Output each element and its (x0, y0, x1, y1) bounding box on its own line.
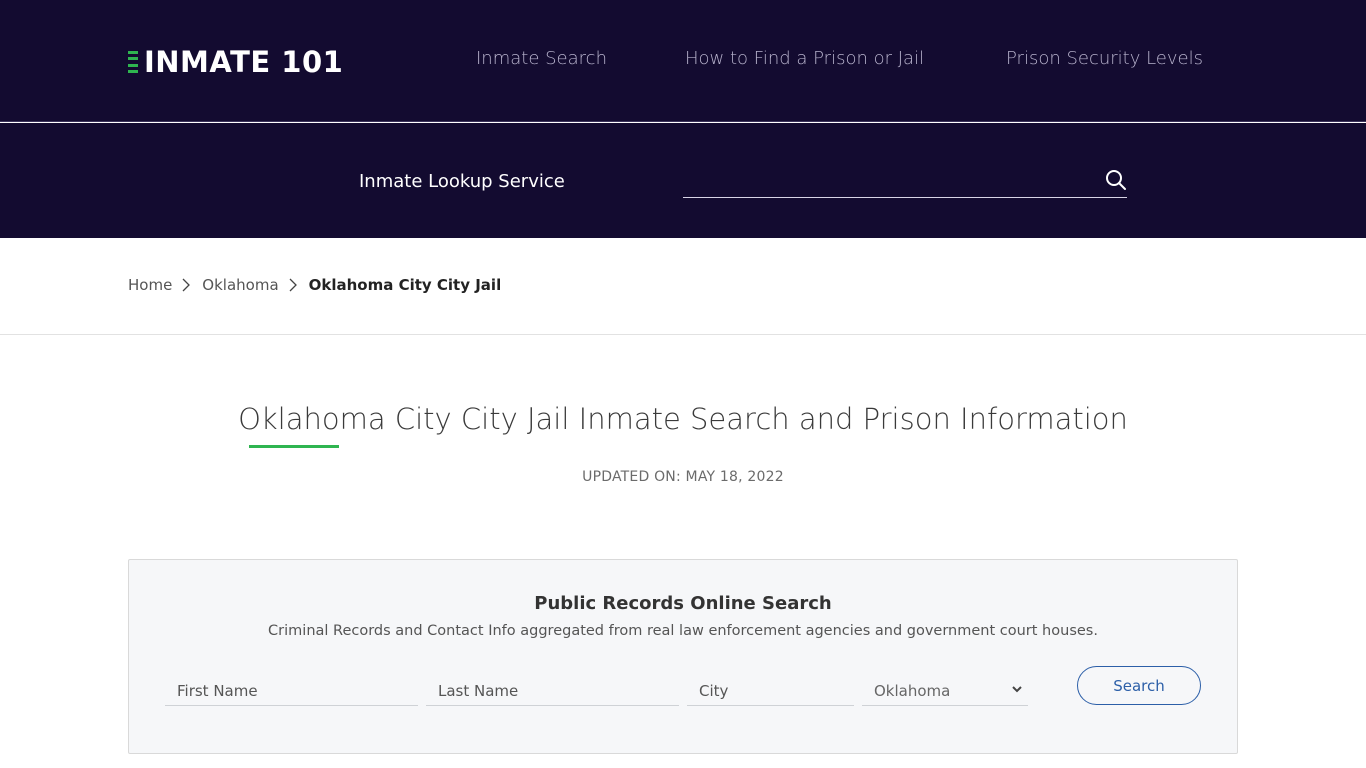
title-underline (249, 445, 339, 448)
breadcrumb-oklahoma[interactable]: Oklahoma (202, 276, 278, 294)
updated-date: UPDATED ON: MAY 18, 2022 (582, 469, 784, 485)
breadcrumb-home[interactable]: Home (128, 276, 172, 294)
lookup-search-input[interactable] (683, 163, 1127, 198)
last-name-input[interactable] (426, 668, 679, 706)
search-button[interactable]: Search (1077, 666, 1201, 705)
nav-find-prison[interactable]: How to Find a Prison or Jail (685, 48, 924, 69)
breadcrumb-current: Oklahoma City City Jail (308, 276, 502, 294)
main-nav: Inmate Search How to Find a Prison or Ja… (0, 48, 1366, 74)
search-icon[interactable] (1104, 168, 1128, 192)
nav-inmate-search[interactable]: Inmate Search (476, 48, 607, 69)
page-title: Oklahoma City City Jail Inmate Search an… (238, 402, 1128, 436)
chevron-right-icon (285, 277, 301, 293)
lookup-bar: Inmate Lookup Service (0, 123, 1366, 238)
public-records-search-card: Public Records Online Search Criminal Re… (128, 559, 1238, 754)
state-select[interactable]: Oklahoma (862, 668, 1028, 706)
breadcrumb: Home Oklahoma Oklahoma City City Jail (128, 276, 501, 294)
first-name-input[interactable] (165, 668, 418, 706)
top-nav-bar: INMATE 101 Inmate Search How to Find a P… (0, 0, 1366, 122)
breadcrumb-bar: Home Oklahoma Oklahoma City City Jail (0, 238, 1366, 335)
lookup-label: Inmate Lookup Service (359, 171, 565, 192)
city-input[interactable] (687, 668, 854, 706)
card-subtitle: Criminal Records and Contact Info aggreg… (268, 623, 1098, 639)
chevron-right-icon (178, 277, 194, 293)
card-title: Public Records Online Search (534, 593, 832, 614)
nav-security-levels[interactable]: Prison Security Levels (1006, 48, 1203, 69)
